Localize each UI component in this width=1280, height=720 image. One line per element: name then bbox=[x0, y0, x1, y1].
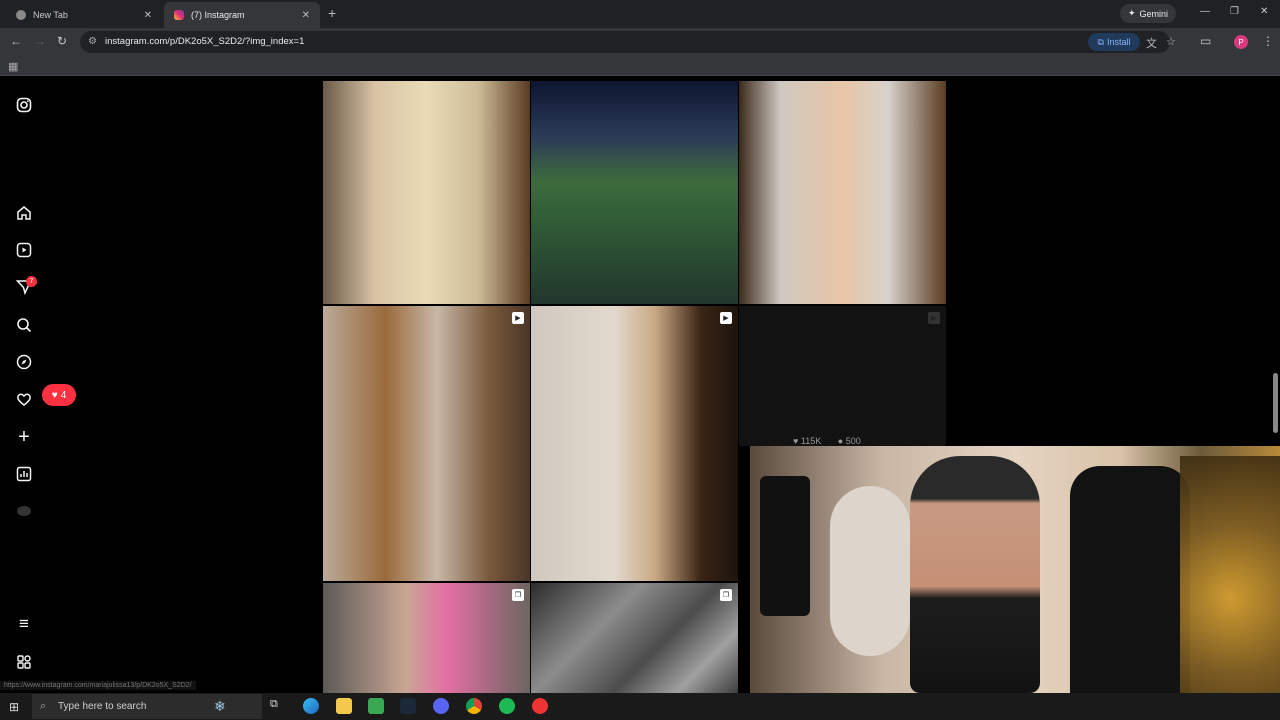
search-icon: ⌕ bbox=[40, 700, 47, 712]
translate-icon[interactable]: 文 bbox=[1146, 35, 1157, 51]
tile-stats: ♥ 115K ● 500 bbox=[793, 436, 861, 446]
webcam-overlay bbox=[750, 446, 1280, 693]
windows-taskbar: ⊞ ⌕ Type here to search ❄ ⧉ bbox=[0, 693, 1280, 720]
post-tile[interactable] bbox=[323, 81, 530, 304]
browser-toolbar: ← → ↻ ⚙ instagram.com/p/DK2o5X_S2D2/?img… bbox=[0, 28, 1280, 56]
christmas-tree-white bbox=[830, 486, 910, 656]
install-app-button[interactable]: ⧉ Install bbox=[1088, 33, 1140, 51]
streamer-person bbox=[910, 456, 1040, 693]
page-scrollbar[interactable] bbox=[1273, 373, 1278, 433]
post-tile[interactable] bbox=[531, 81, 738, 304]
tab-new-tab[interactable]: New Tab ✕ bbox=[6, 2, 162, 28]
profile-avatar-icon[interactable] bbox=[14, 501, 34, 521]
heart-filled-icon: ♥ bbox=[51, 389, 58, 401]
browser-tab-strip: New Tab ✕ (7) Instagram ✕ + ✦ Gemini — ❐… bbox=[0, 0, 1280, 28]
profile-avatar[interactable]: P bbox=[1234, 35, 1248, 49]
reel-icon: ▶ bbox=[512, 312, 524, 324]
explore-compass-icon[interactable] bbox=[14, 352, 34, 372]
chrome-icon bbox=[16, 10, 26, 20]
store-icon[interactable] bbox=[368, 698, 384, 714]
also-from-meta-icon[interactable] bbox=[14, 652, 34, 672]
file-explorer-icon[interactable] bbox=[336, 698, 352, 714]
chrome-icon[interactable] bbox=[466, 698, 482, 714]
instagram-favicon-icon bbox=[174, 10, 184, 20]
install-label: Install bbox=[1106, 37, 1131, 47]
gemini-button[interactable]: ✦ Gemini bbox=[1120, 4, 1176, 23]
side-panel-icon[interactable]: ▭ bbox=[1200, 34, 1211, 48]
task-view-icon[interactable]: ⧉ bbox=[270, 698, 286, 714]
taskbar-search[interactable]: ⌕ Type here to search ❄ bbox=[32, 694, 262, 719]
site-info-icon[interactable]: ⚙ bbox=[88, 36, 97, 47]
snowflake-icon: ❄ bbox=[214, 698, 226, 714]
obs-icon[interactable] bbox=[532, 698, 548, 714]
forward-arrow-icon[interactable]: → bbox=[34, 34, 46, 48]
christmas-tree-lights bbox=[1180, 456, 1280, 693]
menu-dots-icon[interactable]: ⋮ bbox=[1262, 34, 1274, 48]
home-icon[interactable] bbox=[14, 203, 34, 223]
likes-count: 115K bbox=[800, 436, 822, 446]
tab-instagram[interactable]: (7) Instagram ✕ bbox=[164, 2, 320, 28]
messages-badge: 7 bbox=[26, 276, 37, 287]
post-tile[interactable] bbox=[739, 81, 946, 304]
instagram-logo-icon[interactable] bbox=[14, 95, 34, 115]
new-tab-button[interactable]: + bbox=[328, 5, 336, 21]
restore-button[interactable]: ❐ bbox=[1230, 6, 1239, 17]
post-tile[interactable]: ❐ bbox=[531, 583, 738, 695]
reel-icon: ▶ bbox=[720, 312, 732, 324]
apps-grid-icon[interactable]: ▦ bbox=[8, 60, 18, 73]
bookmarks-bar: ▦ bbox=[0, 56, 1280, 76]
minimize-button[interactable]: — bbox=[1200, 6, 1210, 17]
close-window-button[interactable]: ✕ bbox=[1260, 6, 1268, 17]
search-placeholder: Type here to search bbox=[58, 701, 147, 712]
likes-count: 4 bbox=[60, 389, 67, 401]
windows-start-icon[interactable]: ⊞ bbox=[9, 700, 19, 714]
instagram-sidebar: 7 ♥ 4 + ≡ bbox=[0, 77, 76, 693]
carousel-icon: ❐ bbox=[512, 589, 524, 601]
spotify-icon[interactable] bbox=[499, 698, 515, 714]
search-icon[interactable] bbox=[14, 315, 34, 335]
discord-icon[interactable] bbox=[433, 698, 449, 714]
comments-count: 500 bbox=[845, 436, 861, 446]
close-tab-icon[interactable]: ✕ bbox=[302, 10, 310, 21]
sparkle-icon: ✦ bbox=[1127, 8, 1136, 18]
post-tile[interactable]: ❐ bbox=[323, 583, 530, 695]
post-tile[interactable]: ▶ bbox=[323, 306, 530, 581]
post-tile[interactable]: ▶ bbox=[531, 306, 738, 581]
likes-notification-pill[interactable]: ♥ 4 bbox=[42, 384, 76, 406]
microphone bbox=[760, 476, 810, 616]
dashboard-icon[interactable] bbox=[14, 464, 34, 484]
tab-label: (7) Instagram bbox=[191, 10, 245, 20]
install-icon: ⧉ bbox=[1097, 36, 1104, 47]
reload-icon[interactable]: ↻ bbox=[57, 34, 67, 48]
heart-filled-icon: ♥ bbox=[793, 436, 799, 446]
close-tab-icon[interactable]: ✕ bbox=[144, 10, 152, 21]
create-plus-icon[interactable]: + bbox=[14, 426, 34, 448]
gaming-chair bbox=[1070, 466, 1190, 693]
back-arrow-icon[interactable]: ← bbox=[10, 34, 22, 48]
edge-icon[interactable] bbox=[303, 698, 319, 714]
post-tile-hovered[interactable]: ▶ bbox=[739, 306, 946, 446]
steam-icon[interactable] bbox=[400, 698, 416, 714]
carousel-icon: ❐ bbox=[720, 589, 732, 601]
bookmark-star-icon[interactable]: ☆ bbox=[1166, 35, 1176, 48]
url-text: instagram.com/p/DK2o5X_S2D2/?img_index=1 bbox=[105, 36, 305, 47]
reels-icon[interactable] bbox=[14, 240, 34, 260]
tab-label: New Tab bbox=[33, 10, 68, 20]
reel-icon: ▶ bbox=[928, 312, 940, 324]
gemini-label: Gemini bbox=[1139, 8, 1169, 19]
comment-icon: ● bbox=[837, 436, 844, 446]
heart-icon[interactable] bbox=[14, 389, 34, 409]
address-bar[interactable]: ⚙ instagram.com/p/DK2o5X_S2D2/?img_index… bbox=[80, 31, 1176, 53]
more-menu-icon[interactable]: ≡ bbox=[14, 614, 34, 634]
status-bar-url: https://www.instagram.com/mariajulissa13… bbox=[0, 681, 196, 690]
